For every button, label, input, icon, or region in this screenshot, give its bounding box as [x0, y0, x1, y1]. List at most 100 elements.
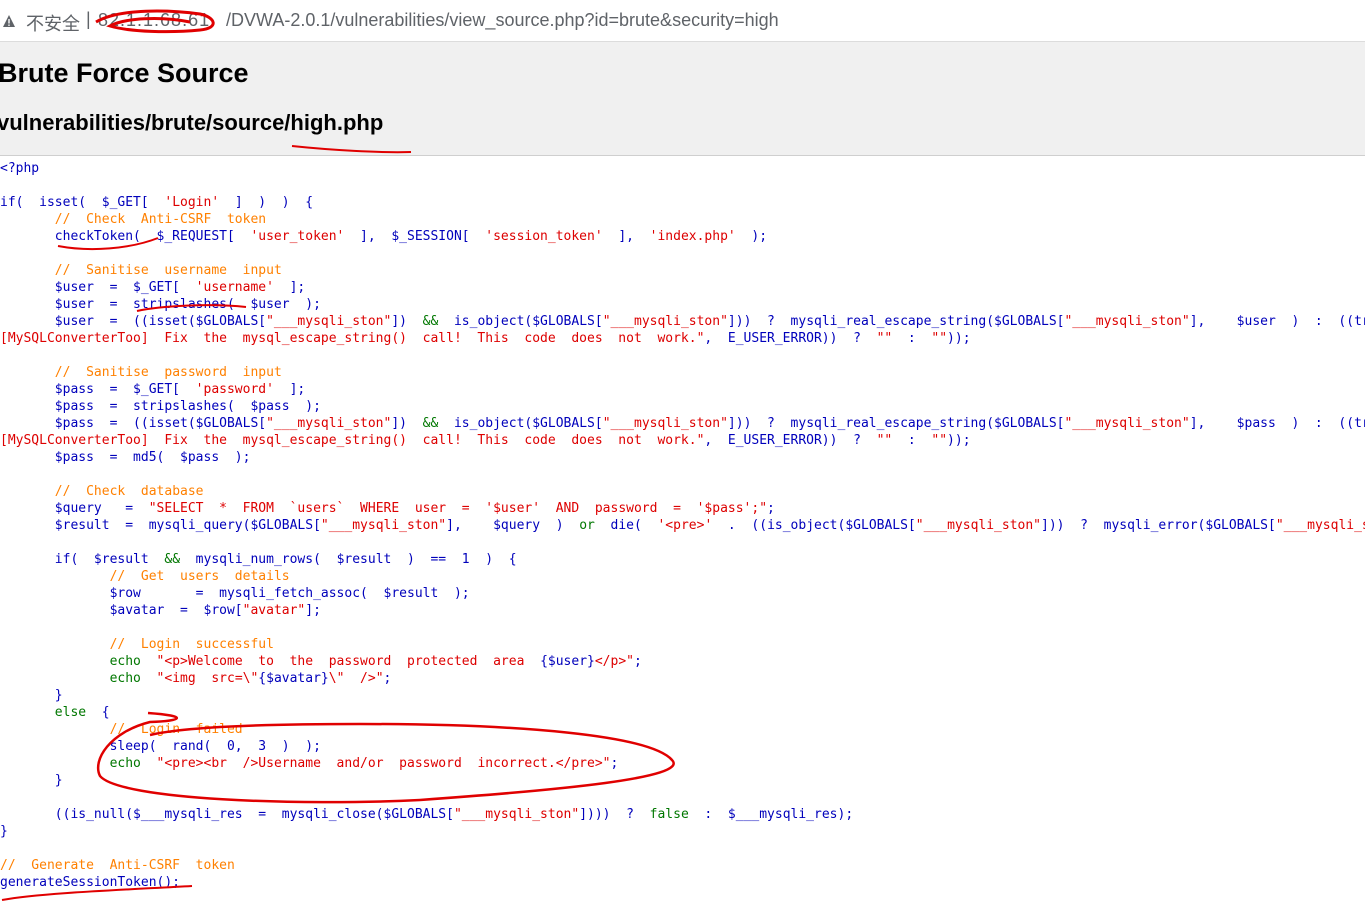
code-token: ])) ? mysqli_error($GLOBALS[: [1041, 518, 1276, 533]
code-line: $user = ((isset($GLOBALS["___mysqli_ston…: [0, 313, 1365, 330]
code-token: );: [735, 229, 768, 244]
code-token: ((is_null($___mysqli_res = mysqli_close(…: [0, 807, 454, 822]
code-token: }: [0, 824, 8, 839]
code-token: \" />": [328, 671, 384, 686]
code-token: // Sanitise username input: [54, 263, 282, 278]
code-token: else: [54, 705, 87, 720]
code-token: 'index.php': [649, 229, 736, 244]
warning-icon[interactable]: [2, 14, 16, 28]
code-token: ])) ? mysqli_real_escape_string($GLOBALS…: [727, 314, 1065, 329]
code-token: ;: [610, 756, 619, 771]
code-token: "___mysqli_ston": [266, 314, 392, 329]
code-token: 'username': [195, 280, 274, 295]
code-token: $user = ((isset($GLOBALS[: [0, 314, 267, 329]
code-token: ));: [947, 331, 971, 346]
code-token: ;: [767, 501, 775, 516]
code-line: checkToken( $_REQUEST[ 'user_token' ], $…: [0, 228, 1365, 245]
code-token: $pass = stripslashes( $pass );: [0, 399, 321, 414]
security-label[interactable]: 不安全: [26, 10, 80, 36]
code-line: $user = stripslashes( $user );: [0, 296, 1365, 313]
code-line: if( isset( $_GET[ 'Login' ] ) ) {: [0, 194, 1365, 211]
code-token: }: [0, 773, 63, 788]
code-line: // Check database: [0, 483, 1365, 500]
code-token: ], $_SESSION[: [344, 229, 486, 244]
code-token: }: [0, 688, 63, 703]
code-token: $pass = $_GET[: [0, 382, 196, 397]
address-separator: |: [86, 9, 91, 29]
code-token: "___mysqli_ston": [266, 416, 392, 431]
code-token: ;: [383, 671, 392, 686]
code-token: generateSessionToken();: [0, 875, 181, 890]
code-token: 'Login': [164, 195, 220, 210]
code-token: {$avatar}: [258, 671, 329, 686]
code-token: ];: [273, 280, 306, 295]
code-token: $pass = ((isset($GLOBALS[: [0, 416, 267, 431]
code-line: if( $result && mysqli_num_rows( $result …: [0, 551, 1365, 568]
code-line: // Sanitise password input: [0, 364, 1365, 381]
code-token: ],: [602, 229, 650, 244]
code-token: // Login failed: [109, 722, 243, 737]
code-token: "": [876, 331, 893, 346]
source-file-path: vulnerabilities/brute/source/high.php: [0, 110, 384, 135]
code-line: }: [0, 687, 1365, 704]
code-token: ;: [634, 654, 642, 669]
code-token: die(: [594, 518, 658, 533]
code-token: $result = mysqli_query($GLOBALS[: [0, 518, 321, 533]
code-line: else {: [0, 704, 1365, 721]
code-token: "<img src=\": [156, 671, 259, 686]
code-token: // Login successful: [109, 637, 274, 652]
code-token: $user = $_GET[: [0, 280, 196, 295]
code-token: {$user}: [540, 654, 595, 669]
code-line: // Login successful: [0, 636, 1365, 653]
code-token: // Check Anti-CSRF token: [54, 212, 267, 227]
code-line: $row = mysqli_fetch_assoc( $result );: [0, 585, 1365, 602]
code-token: 'user_token': [250, 229, 345, 244]
code-token: &&: [164, 552, 181, 567]
code-line: // Generate Anti-CSRF token: [0, 857, 1365, 874]
code-line: $user = $_GET[ 'username' ];: [0, 279, 1365, 296]
code-line: echo "<img src=\"{$avatar}\" />";: [0, 670, 1365, 687]
code-token: ] ) ) {: [219, 195, 314, 210]
address-bar[interactable]: 不安全 | 82.1.1.68.61 /DVWA-2.0.1/vulnerabi…: [0, 0, 1365, 42]
code-line: <?php: [0, 160, 1365, 177]
code-token: ]): [391, 416, 423, 431]
code-line: [MySQLConverterToo] Fix the mysql_escape…: [0, 330, 1365, 347]
code-token: <?php: [0, 161, 40, 176]
code-line: $pass = ((isset($GLOBALS["___mysqli_ston…: [0, 415, 1365, 432]
code-token: "": [876, 433, 893, 448]
code-token: </p>": [594, 654, 634, 669]
code-line: // Check Anti-CSRF token: [0, 211, 1365, 228]
code-line: // Get users details: [0, 568, 1365, 585]
code-token: // Generate Anti-CSRF token: [0, 858, 235, 873]
code-token: checkToken( $_REQUEST[: [0, 229, 251, 244]
code-token: // Get users details: [109, 569, 290, 584]
code-line: ((is_null($___mysqli_res = mysqli_close(…: [0, 806, 1365, 823]
code-token: ]): [391, 314, 423, 329]
url-path[interactable]: /DVWA-2.0.1/vulnerabilities/view_source.…: [226, 10, 779, 31]
code-token: "___mysqli_ston": [1064, 314, 1190, 329]
code-token: ));: [947, 433, 971, 448]
code-token: is_object($GLOBALS[: [438, 314, 603, 329]
code-token: "": [931, 331, 948, 346]
code-token: // Sanitise password input: [54, 365, 282, 380]
code-line: // Login failed: [0, 721, 1365, 738]
url-host[interactable]: 82.1.1.68.61: [98, 10, 210, 31]
code-line: $pass = md5( $pass );: [0, 449, 1365, 466]
code-token: ], $user ) : ((trigger_error(: [1189, 314, 1365, 329]
code-token: $user = stripslashes( $user );: [0, 297, 321, 312]
code-token: 'password': [195, 382, 274, 397]
code-token: &&: [422, 314, 439, 329]
code-token: [MySQLConverterToo] Fix the mysql_escape…: [0, 433, 705, 448]
